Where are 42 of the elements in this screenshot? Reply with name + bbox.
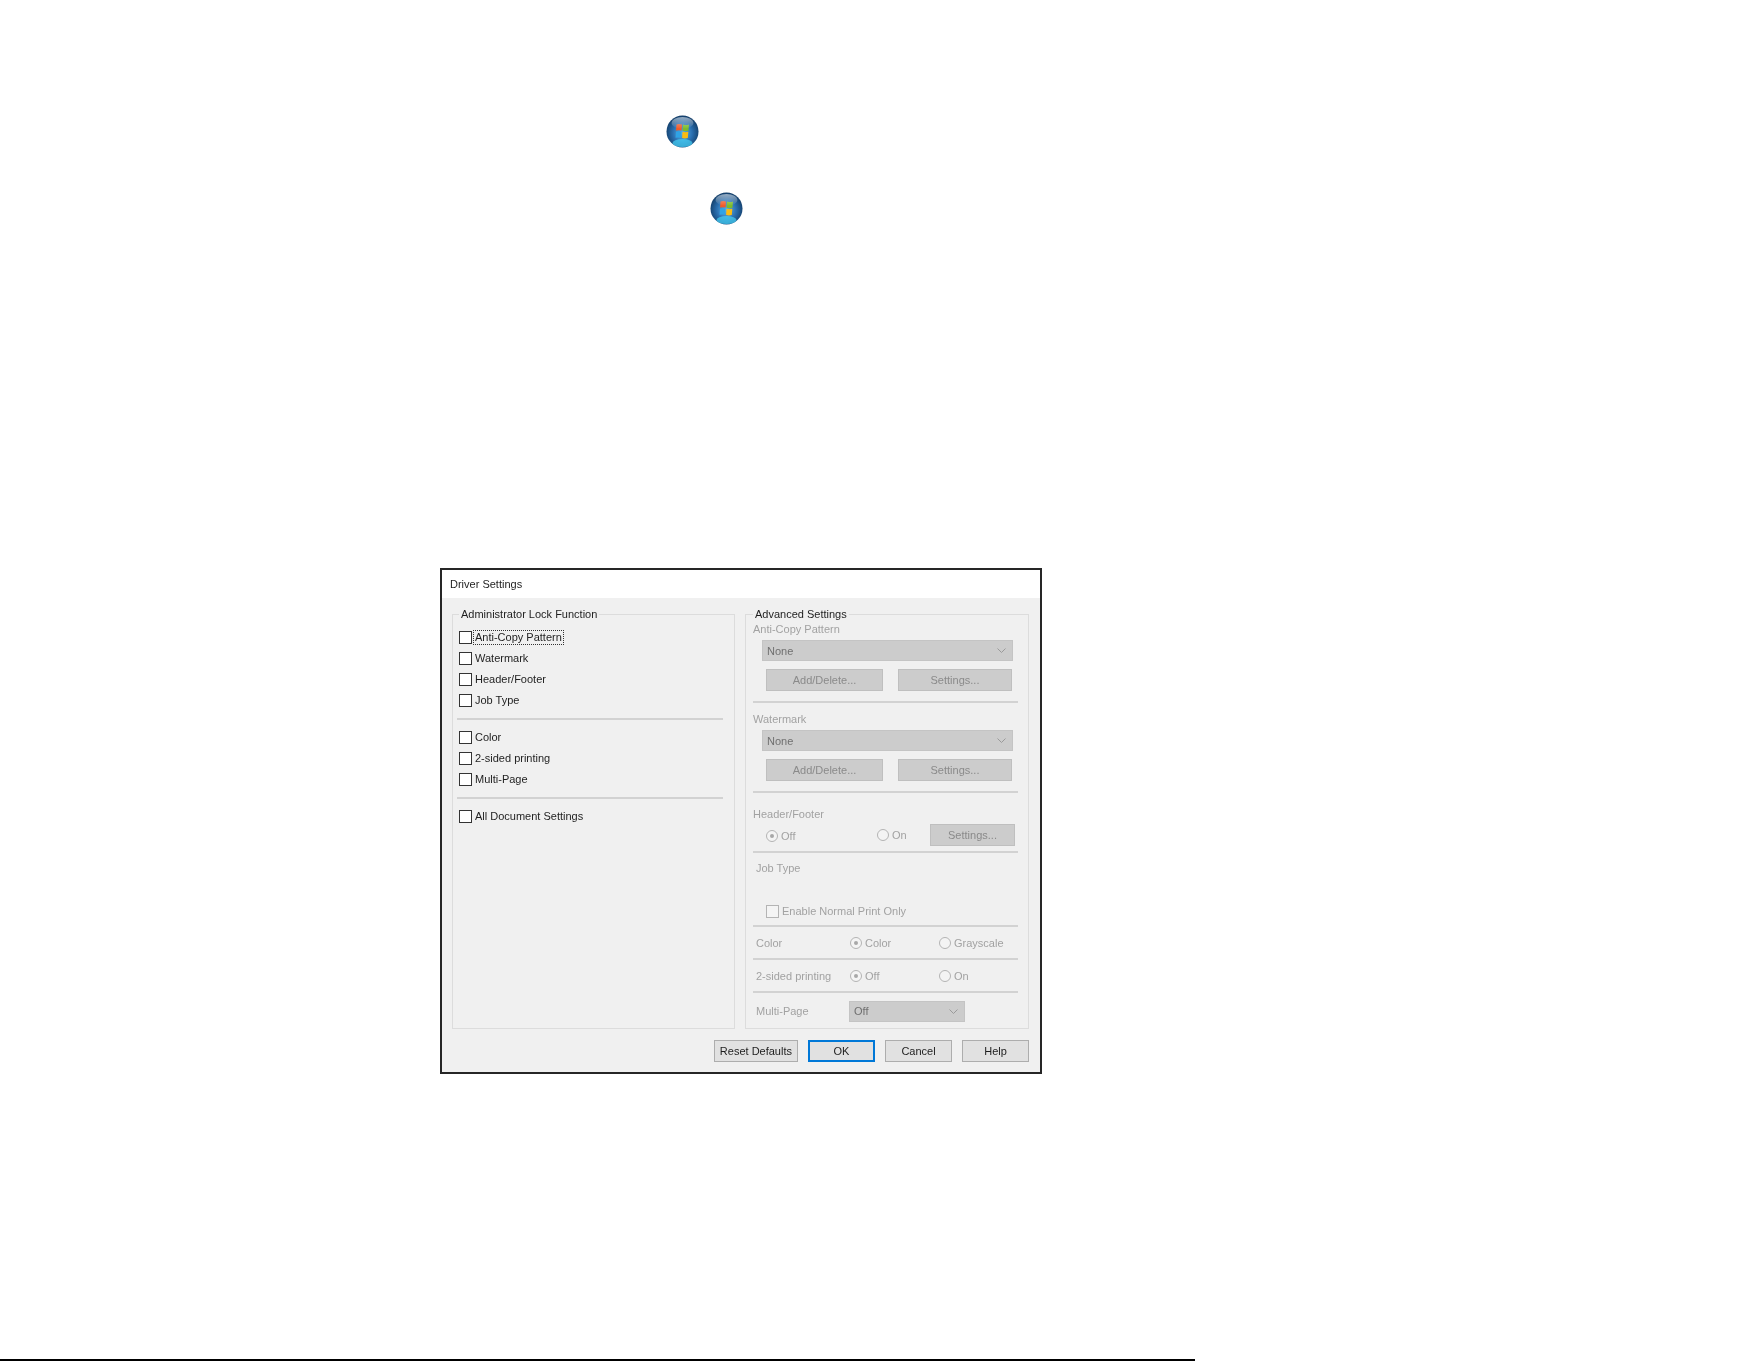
start-orb-icon [710, 192, 743, 225]
dialog-button[interactable]: Cancel [885, 1040, 952, 1062]
checkbox-label: Color [474, 731, 503, 744]
checkbox-label: Anti-Copy Pattern [474, 631, 563, 644]
dialog-button[interactable]: OK [808, 1040, 875, 1062]
checkbox-label: Enable Normal Print Only [782, 904, 907, 918]
section-label: Anti-Copy Pattern [753, 622, 840, 636]
dialog-button[interactable]: Help [962, 1040, 1029, 1062]
checkbox-label: Multi-Page [474, 773, 529, 786]
checkbox[interactable] [459, 631, 472, 644]
chevron-down-icon [997, 648, 1006, 653]
radio-label: On [892, 827, 907, 842]
checkbox-label: Watermark [474, 652, 530, 665]
start-orb-icon [666, 115, 699, 148]
checkbox[interactable] [459, 752, 472, 765]
radio-label: Grayscale [954, 935, 1004, 950]
group-title: Advanced Settings [754, 607, 848, 621]
checkbox-label: All Document Settings [474, 810, 585, 823]
dialog-button[interactable]: Reset Defaults [713, 1040, 798, 1062]
section-label: Color [756, 935, 783, 950]
chevron-down-icon [949, 1008, 958, 1014]
dialog-title: Driver Settings [450, 578, 523, 590]
section-label: Header/Footer [753, 807, 824, 821]
checkbox[interactable] [459, 773, 472, 786]
radio-label: Off [781, 828, 796, 843]
section-label: Multi-Page [756, 1004, 809, 1018]
checkbox-label: 2-sided printing [474, 752, 552, 765]
radio-label: Off [865, 968, 880, 983]
checkbox-label: Header/Footer [474, 673, 547, 686]
radio-label: Color [865, 935, 892, 950]
checkbox[interactable] [459, 652, 472, 665]
section-label: Job Type [756, 861, 801, 875]
checkbox-label: Job Type [474, 694, 521, 707]
checkbox[interactable] [459, 694, 472, 707]
checkbox[interactable] [459, 673, 472, 686]
group-title: Administrator Lock Function [460, 607, 599, 621]
section-label: 2-sided printing [756, 968, 832, 983]
radio-label: On [954, 968, 969, 983]
section-label: Watermark [753, 712, 807, 726]
checkbox[interactable] [459, 810, 472, 823]
checkbox[interactable] [459, 731, 472, 744]
chevron-down-icon [997, 738, 1006, 743]
